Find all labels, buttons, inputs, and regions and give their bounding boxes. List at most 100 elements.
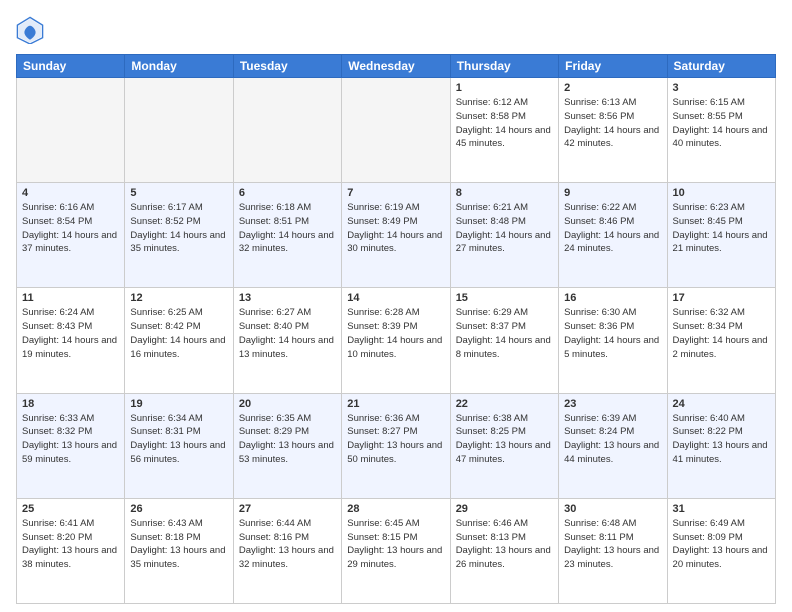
header [16, 16, 776, 44]
day-number: 31 [673, 503, 770, 515]
day-number: 22 [456, 398, 553, 410]
day-number: 25 [22, 503, 119, 515]
day-number: 21 [347, 398, 444, 410]
calendar-week-row: 25Sunrise: 6:41 AM Sunset: 8:20 PM Dayli… [17, 498, 776, 603]
day-info: Sunrise: 6:22 AM Sunset: 8:46 PM Dayligh… [564, 201, 661, 256]
calendar-week-row: 11 Sunrise: 6:24 AM Sunset: 8:43 PM Dayli… [17, 288, 776, 393]
day-info: Sunrise: 6:38 AM Sunset: 8:25 PM Dayligh… [456, 412, 553, 467]
calendar-cell: 5 Sunrise: 6:17 AM Sunset: 8:52 PM Daylig… [125, 183, 233, 288]
calendar-cell: 1 Sunrise: 6:12 AM Sunset: 8:58 PM Daylig… [450, 78, 558, 183]
day-number: 27 [239, 503, 336, 515]
day-number: 23 [564, 398, 661, 410]
day-number: 18 [22, 398, 119, 410]
day-info: Sunrise: 6:18 AM Sunset: 8:51 PM Dayligh… [239, 201, 336, 256]
day-info: Sunrise: 6:24 AM Sunset: 8:43 PM Dayligh… [22, 306, 119, 361]
calendar-cell: 6 Sunrise: 6:18 AM Sunset: 8:51 PM Daylig… [233, 183, 341, 288]
calendar-cell: 3 Sunrise: 6:15 AM Sunset: 8:55 PM Daylig… [667, 78, 775, 183]
day-info: Sunrise: 6:33 AM Sunset: 8:32 PM Dayligh… [22, 412, 119, 467]
calendar-cell: 18 Sunrise: 6:33 AM Sunset: 8:32 PM Dayli… [17, 393, 125, 498]
calendar-cell: 27 Sunrise: 6:44 AM Sunset: 8:16 PM Dayli… [233, 498, 341, 603]
calendar-cell: 22 Sunrise: 6:38 AM Sunset: 8:25 PM Dayli… [450, 393, 558, 498]
calendar-cell: 9 Sunrise: 6:22 AM Sunset: 8:46 PM Daylig… [559, 183, 667, 288]
calendar-cell: 2 Sunrise: 6:13 AM Sunset: 8:56 PM Daylig… [559, 78, 667, 183]
logo [16, 16, 48, 44]
day-number: 7 [347, 187, 444, 199]
calendar-cell: 13 Sunrise: 6:27 AM Sunset: 8:40 PM Dayli… [233, 288, 341, 393]
col-header-saturday: Saturday [667, 55, 775, 78]
day-info: Sunrise: 6:30 AM Sunset: 8:36 PM Dayligh… [564, 306, 661, 361]
day-info: Sunrise: 6:16 AM Sunset: 8:54 PM Dayligh… [22, 201, 119, 256]
day-number: 8 [456, 187, 553, 199]
day-info: Sunrise: 6:32 AM Sunset: 8:34 PM Dayligh… [673, 306, 770, 361]
day-info: Sunrise: 6:44 AM Sunset: 8:16 PM Dayligh… [239, 517, 336, 572]
col-header-sunday: Sunday [17, 55, 125, 78]
day-info: Sunrise: 6:45 AM Sunset: 8:15 PM Dayligh… [347, 517, 444, 572]
calendar-cell [17, 78, 125, 183]
day-number: 3 [673, 82, 770, 94]
day-info: Sunrise: 6:27 AM Sunset: 8:40 PM Dayligh… [239, 306, 336, 361]
calendar-cell: 25Sunrise: 6:41 AM Sunset: 8:20 PM Dayli… [17, 498, 125, 603]
calendar-cell [233, 78, 341, 183]
day-number: 10 [673, 187, 770, 199]
calendar-cell: 24 Sunrise: 6:40 AM Sunset: 8:22 PM Dayli… [667, 393, 775, 498]
day-info: Sunrise: 6:13 AM Sunset: 8:56 PM Dayligh… [564, 96, 661, 151]
calendar-cell: 29 Sunrise: 6:46 AM Sunset: 8:13 PM Dayli… [450, 498, 558, 603]
day-info: Sunrise: 6:21 AM Sunset: 8:48 PM Dayligh… [456, 201, 553, 256]
calendar-cell: 21 Sunrise: 6:36 AM Sunset: 8:27 PM Dayli… [342, 393, 450, 498]
day-info: Sunrise: 6:35 AM Sunset: 8:29 PM Dayligh… [239, 412, 336, 467]
day-number: 5 [130, 187, 227, 199]
day-info: Sunrise: 6:34 AM Sunset: 8:31 PM Dayligh… [130, 412, 227, 467]
calendar-cell: 7 Sunrise: 6:19 AM Sunset: 8:49 PM Daylig… [342, 183, 450, 288]
day-info: Sunrise: 6:25 AM Sunset: 8:42 PM Dayligh… [130, 306, 227, 361]
day-number: 24 [673, 398, 770, 410]
calendar-cell: 11 Sunrise: 6:24 AM Sunset: 8:43 PM Dayli… [17, 288, 125, 393]
day-number: 1 [456, 82, 553, 94]
calendar-cell: 17 Sunrise: 6:32 AM Sunset: 8:34 PM Dayli… [667, 288, 775, 393]
calendar-week-row: 4Sunrise: 6:16 AM Sunset: 8:54 PM Daylig… [17, 183, 776, 288]
day-info: Sunrise: 6:23 AM Sunset: 8:45 PM Dayligh… [673, 201, 770, 256]
col-header-tuesday: Tuesday [233, 55, 341, 78]
calendar-cell: 30Sunrise: 6:48 AM Sunset: 8:11 PM Dayli… [559, 498, 667, 603]
calendar-cell: 31 Sunrise: 6:49 AM Sunset: 8:09 PM Dayli… [667, 498, 775, 603]
calendar-cell: 23 Sunrise: 6:39 AM Sunset: 8:24 PM Dayli… [559, 393, 667, 498]
calendar-week-row: 1 Sunrise: 6:12 AM Sunset: 8:58 PM Daylig… [17, 78, 776, 183]
day-number: 26 [130, 503, 227, 515]
day-info: Sunrise: 6:49 AM Sunset: 8:09 PM Dayligh… [673, 517, 770, 572]
calendar-cell: 14 Sunrise: 6:28 AM Sunset: 8:39 PM Dayli… [342, 288, 450, 393]
day-number: 30 [564, 503, 661, 515]
calendar-cell [125, 78, 233, 183]
day-info: Sunrise: 6:17 AM Sunset: 8:52 PM Dayligh… [130, 201, 227, 256]
calendar-cell: 19 Sunrise: 6:34 AM Sunset: 8:31 PM Dayli… [125, 393, 233, 498]
day-info: Sunrise: 6:28 AM Sunset: 8:39 PM Dayligh… [347, 306, 444, 361]
calendar-cell: 4Sunrise: 6:16 AM Sunset: 8:54 PM Daylig… [17, 183, 125, 288]
day-number: 29 [456, 503, 553, 515]
day-info: Sunrise: 6:19 AM Sunset: 8:49 PM Dayligh… [347, 201, 444, 256]
day-info: Sunrise: 6:36 AM Sunset: 8:27 PM Dayligh… [347, 412, 444, 467]
day-info: Sunrise: 6:43 AM Sunset: 8:18 PM Dayligh… [130, 517, 227, 572]
calendar-cell: 8 Sunrise: 6:21 AM Sunset: 8:48 PM Daylig… [450, 183, 558, 288]
calendar-cell: 12Sunrise: 6:25 AM Sunset: 8:42 PM Dayli… [125, 288, 233, 393]
col-header-monday: Monday [125, 55, 233, 78]
col-header-friday: Friday [559, 55, 667, 78]
day-info: Sunrise: 6:15 AM Sunset: 8:55 PM Dayligh… [673, 96, 770, 151]
day-info: Sunrise: 6:39 AM Sunset: 8:24 PM Dayligh… [564, 412, 661, 467]
day-info: Sunrise: 6:40 AM Sunset: 8:22 PM Dayligh… [673, 412, 770, 467]
col-header-wednesday: Wednesday [342, 55, 450, 78]
day-number: 14 [347, 292, 444, 304]
calendar-header-row: SundayMondayTuesdayWednesdayThursdayFrid… [17, 55, 776, 78]
day-number: 11 [22, 292, 119, 304]
day-info: Sunrise: 6:46 AM Sunset: 8:13 PM Dayligh… [456, 517, 553, 572]
day-number: 9 [564, 187, 661, 199]
day-number: 15 [456, 292, 553, 304]
day-number: 6 [239, 187, 336, 199]
day-number: 17 [673, 292, 770, 304]
day-number: 19 [130, 398, 227, 410]
day-number: 2 [564, 82, 661, 94]
calendar: SundayMondayTuesdayWednesdayThursdayFrid… [16, 54, 776, 604]
calendar-cell [342, 78, 450, 183]
day-number: 16 [564, 292, 661, 304]
page: SundayMondayTuesdayWednesdayThursdayFrid… [0, 0, 792, 612]
calendar-cell: 26 Sunrise: 6:43 AM Sunset: 8:18 PM Dayli… [125, 498, 233, 603]
day-number: 13 [239, 292, 336, 304]
day-info: Sunrise: 6:12 AM Sunset: 8:58 PM Dayligh… [456, 96, 553, 151]
